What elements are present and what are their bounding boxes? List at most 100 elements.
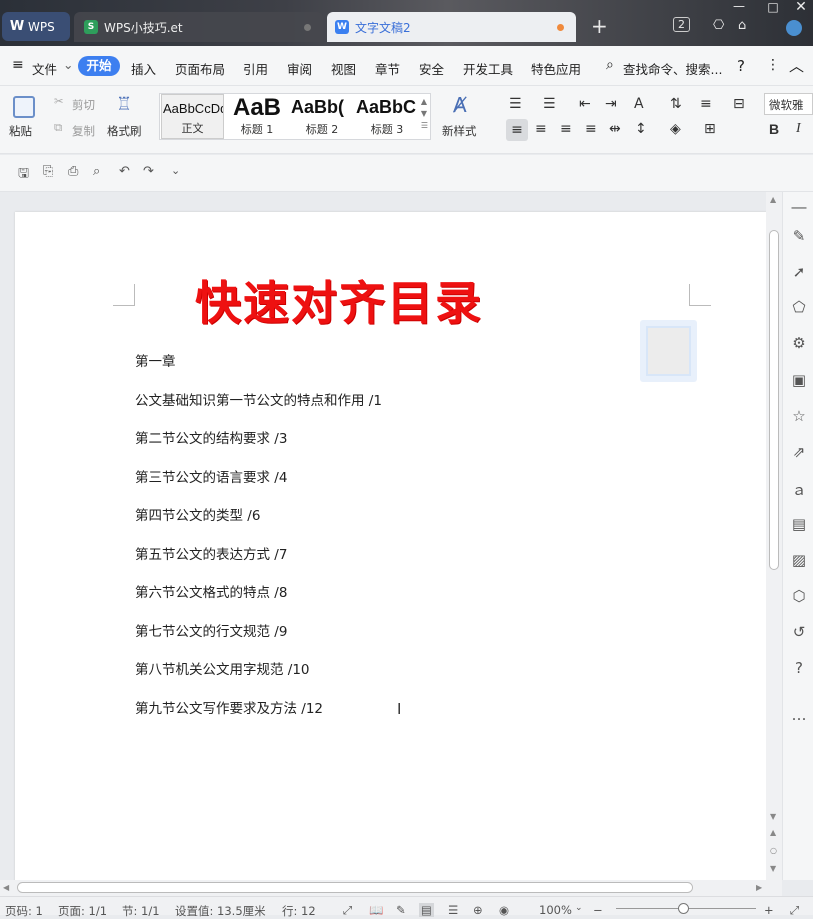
bold-button[interactable]: B: [769, 121, 779, 137]
new-style-icon[interactable]: Ⱥ: [453, 93, 467, 117]
line-spacing-icon[interactable]: ≡: [700, 96, 712, 112]
help-circle-icon[interactable]: ?: [790, 659, 808, 677]
text-direction-icon[interactable]: A: [634, 96, 644, 112]
print-icon[interactable]: ⎙: [68, 164, 78, 179]
more-icon[interactable]: ⋮: [766, 57, 780, 73]
cut-button[interactable]: 剪切: [72, 97, 95, 113]
share-export-icon[interactable]: ⇗: [790, 443, 808, 461]
tab-wps-home[interactable]: W WPS: [2, 12, 70, 41]
align-right-icon[interactable]: ≡: [560, 121, 572, 137]
document-page[interactable]: 快速对齐目录 第一章 公文基础知识第一节公文的特点和作用 /1 第二节公文的结构…: [15, 212, 767, 902]
print-preview-icon[interactable]: ⌕: [93, 164, 100, 179]
settings-sliders-icon[interactable]: ⚙: [790, 334, 808, 352]
avatar[interactable]: [786, 20, 802, 36]
paste-icon[interactable]: [13, 96, 35, 118]
menu-insert[interactable]: 插入: [131, 59, 156, 78]
help-icon[interactable]: ?: [737, 57, 745, 75]
menu-security[interactable]: 安全: [419, 59, 444, 78]
copy-button[interactable]: 复制: [72, 123, 95, 139]
font-name-box[interactable]: 微软雅: [764, 93, 813, 115]
minimize-icon[interactable]: —: [728, 0, 750, 13]
share-icon[interactable]: ⎔: [713, 18, 724, 33]
hscrollbar-thumb[interactable]: [17, 882, 693, 893]
next-page-icon[interactable]: ▼: [770, 864, 776, 873]
style-normal[interactable]: AaBbCcDd 正文: [161, 94, 224, 139]
layout-icon[interactable]: ⊟: [733, 96, 745, 112]
increase-indent-icon[interactable]: ⇥: [605, 96, 617, 112]
scroll-up-icon[interactable]: ▲: [770, 195, 776, 204]
style-heading-2[interactable]: AaBb( 标题 2: [291, 94, 353, 139]
more-tools-icon[interactable]: …: [790, 706, 808, 724]
scroll-right-icon[interactable]: ▶: [756, 883, 762, 892]
justify-icon[interactable]: ≡: [585, 121, 597, 137]
maximize-icon[interactable]: □: [762, 0, 784, 14]
close-icon[interactable]: ✕: [790, 0, 812, 15]
distributed-icon[interactable]: ⇹: [609, 121, 621, 137]
menu-references[interactable]: 引用: [243, 59, 268, 78]
collapse-ribbon-icon[interactable]: ︿: [789, 55, 804, 76]
redo-icon[interactable]: ↷: [143, 164, 154, 179]
select-icon[interactable]: ➚: [790, 263, 808, 281]
image-icon[interactable]: ▣: [790, 371, 808, 389]
shading-icon[interactable]: ◈: [670, 121, 681, 137]
bullet-list-icon[interactable]: ☰: [509, 96, 522, 112]
star-icon[interactable]: ☆: [790, 407, 808, 425]
floating-placeholder[interactable]: [640, 320, 697, 382]
shapes-icon[interactable]: ⬠: [790, 298, 808, 316]
decrease-indent-icon[interactable]: ⇤: [579, 96, 591, 112]
scrollbar-thumb[interactable]: [769, 230, 779, 570]
paste-button[interactable]: 粘贴: [9, 123, 32, 139]
menu-review[interactable]: 审阅: [287, 59, 312, 78]
export-icon[interactable]: ⎘: [43, 164, 53, 179]
command-search[interactable]: 查找命令、搜索...: [623, 59, 722, 78]
style-heading-1[interactable]: AaB 标题 1: [226, 94, 288, 139]
fullscreen-icon[interactable]: ⤢: [343, 903, 352, 918]
picture-icon[interactable]: ▨: [790, 551, 808, 569]
tab-document[interactable]: W 文字文稿2: [327, 12, 576, 42]
new-tab-icon[interactable]: +: [591, 14, 608, 38]
menu-chapter[interactable]: 章节: [375, 59, 400, 78]
italic-button[interactable]: I: [796, 121, 801, 137]
prev-page-icon[interactable]: ▲: [770, 828, 776, 837]
menu-file[interactable]: 文件: [32, 59, 57, 78]
customize-icon[interactable]: ⌄: [171, 164, 180, 177]
align-center-icon[interactable]: ≡: [535, 121, 547, 137]
menu-developer[interactable]: 开发工具: [463, 59, 513, 78]
scroll-left-icon[interactable]: ◀: [3, 883, 9, 892]
undo-icon[interactable]: ↶: [119, 164, 130, 179]
hamburger-icon[interactable]: ≡: [12, 57, 24, 73]
status-section[interactable]: 节: 1/1: [122, 903, 160, 919]
new-style-button[interactable]: 新样式: [442, 123, 477, 139]
save-icon[interactable]: 🖫: [18, 164, 29, 186]
status-setting[interactable]: 设置值: 13.5厘米: [175, 903, 266, 919]
format-painter-button[interactable]: 格式刷: [107, 123, 142, 139]
chevron-down-icon[interactable]: ⌄: [63, 57, 73, 72]
zoom-slider-knob[interactable]: [678, 903, 689, 914]
select-browse-icon[interactable]: ○: [770, 846, 777, 855]
format-painter-icon[interactable]: ♖: [116, 94, 132, 115]
menu-start[interactable]: 开始: [78, 56, 120, 76]
status-row[interactable]: 行: 12: [282, 903, 316, 919]
status-page-number[interactable]: 页码: 1: [5, 903, 43, 919]
spacing-icon[interactable]: ↕: [635, 121, 647, 137]
copy-icon[interactable]: ⧉: [54, 120, 62, 135]
horizontal-scrollbar[interactable]: ◀ ▶: [0, 880, 782, 896]
fit-page-icon[interactable]: ⤢: [790, 903, 799, 918]
scissors-icon[interactable]: ✂: [54, 94, 64, 108]
collapse-sidebar-icon[interactable]: ―: [790, 198, 808, 216]
history-icon[interactable]: ↺: [790, 623, 808, 641]
menu-special[interactable]: 特色应用: [531, 59, 581, 78]
skin-icon[interactable]: ⌂: [738, 18, 746, 33]
menu-page-layout[interactable]: 页面布局: [175, 59, 225, 78]
status-pages[interactable]: 页面: 1/1: [58, 903, 107, 919]
vertical-scrollbar[interactable]: ▲ ▼ ▲ ○ ▼: [766, 192, 782, 880]
borders-icon[interactable]: ⊞: [704, 121, 716, 137]
align-left-icon[interactable]: ≡: [506, 119, 528, 141]
zoom-dropdown-icon[interactable]: ⌄: [575, 903, 583, 913]
style-heading-3[interactable]: AaBbC 标题 3: [356, 94, 418, 139]
tab-count-badge[interactable]: 2: [673, 17, 690, 32]
number-list-icon[interactable]: ☰: [543, 96, 556, 112]
sort-icon[interactable]: ⇅: [670, 96, 682, 112]
shield-icon[interactable]: ⬡: [790, 587, 808, 605]
pen-icon[interactable]: ✎: [790, 227, 808, 245]
